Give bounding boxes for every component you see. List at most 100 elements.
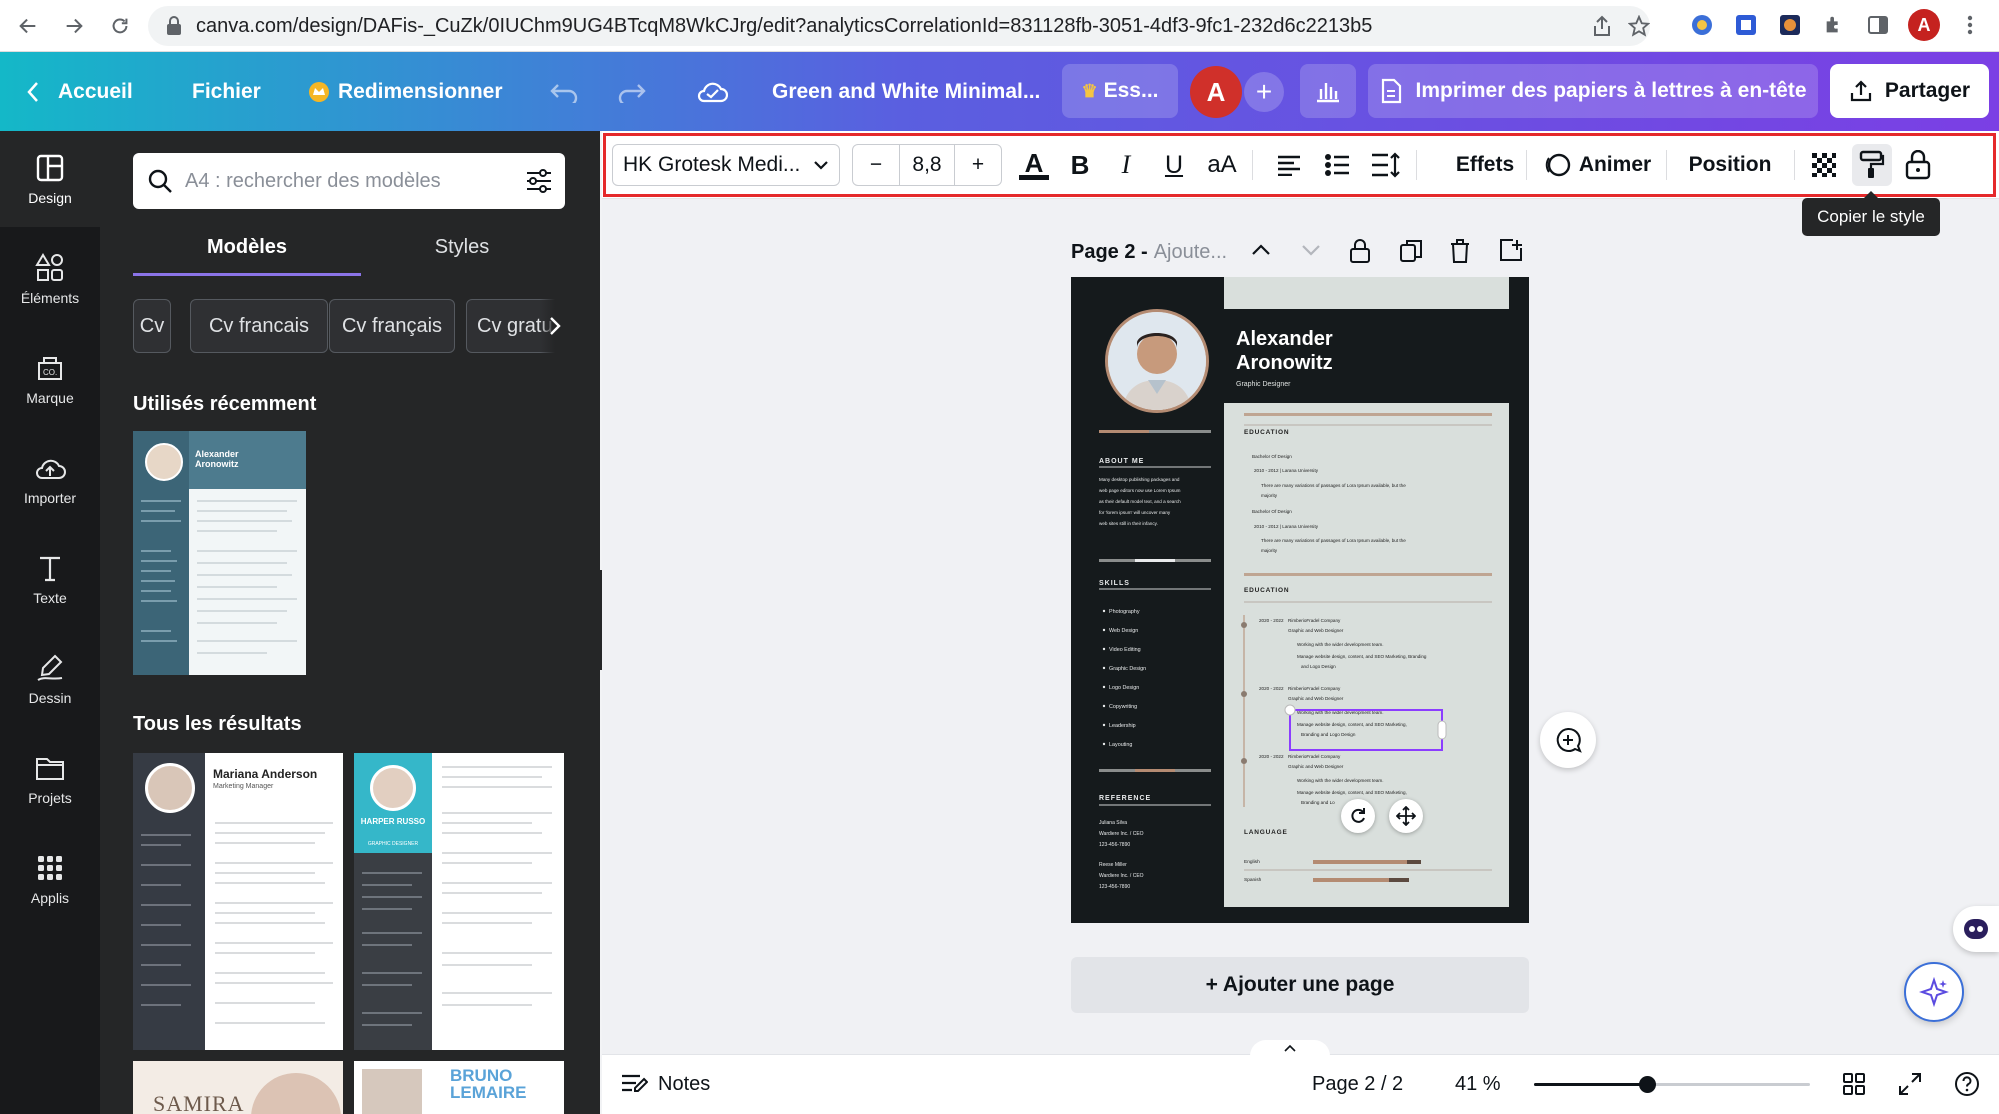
- rail-label: Projets: [28, 790, 72, 806]
- filter-chip[interactable]: Cv français: [329, 299, 455, 353]
- filter-icon[interactable]: [525, 167, 553, 195]
- lock-icon[interactable]: [1900, 144, 1936, 186]
- position-button[interactable]: Position: [1680, 144, 1780, 186]
- share-page-icon[interactable]: [1592, 15, 1612, 37]
- zoom-value[interactable]: 41 %: [1455, 1066, 1501, 1102]
- forward-icon[interactable]: [60, 12, 88, 40]
- add-collaborator-button[interactable]: +: [1244, 72, 1284, 112]
- fullscreen-icon[interactable]: [1898, 1066, 1922, 1102]
- browser-menu-icon[interactable]: [1956, 11, 1984, 39]
- address-bar[interactable]: canva.com/design/DAFis-_CuZk/0IUChm9UG4B…: [148, 6, 1650, 46]
- template-thumbnail[interactable]: BRUNO LEMAIRE: [354, 1061, 564, 1114]
- undo-icon[interactable]: [550, 52, 580, 131]
- filter-chip[interactable]: Cv: [133, 299, 171, 353]
- magic-sparkle-icon[interactable]: [1904, 962, 1964, 1022]
- transparency-icon[interactable]: [1806, 144, 1842, 186]
- analytics-icon[interactable]: [1300, 64, 1356, 118]
- redo-icon[interactable]: [616, 52, 646, 131]
- resume-page[interactable]: Alexander Aronowitz Graphic Designer ABO…: [1071, 277, 1529, 923]
- rail-item-upload[interactable]: Importer: [0, 431, 100, 527]
- document-icon: [1380, 78, 1402, 104]
- copy-style-paint-roller-icon[interactable]: [1852, 144, 1892, 186]
- increase-font-size-button[interactable]: +: [954, 144, 1002, 186]
- resize-handle[interactable]: [1437, 720, 1447, 740]
- extension-1-icon[interactable]: [1688, 11, 1716, 39]
- notes-button[interactable]: Notes: [620, 1066, 710, 1102]
- share-button[interactable]: Partager: [1830, 64, 1989, 118]
- extension-3-icon[interactable]: [1776, 11, 1804, 39]
- tab-templates[interactable]: Modèles: [133, 236, 361, 259]
- file-menu-button[interactable]: Fichier: [192, 52, 261, 131]
- chevron-down-icon[interactable]: [1301, 244, 1321, 258]
- sidepanel-icon[interactable]: [1864, 11, 1892, 39]
- delete-page-icon[interactable]: [1449, 238, 1471, 264]
- line-spacing-icon[interactable]: [1368, 144, 1402, 186]
- resize-button[interactable]: Redimensionner: [308, 52, 503, 131]
- back-icon[interactable]: [14, 12, 42, 40]
- experience-role: Graphic and Web Designer: [1288, 764, 1344, 769]
- zoom-slider-knob[interactable]: [1639, 1076, 1656, 1093]
- extension-2-icon[interactable]: [1732, 11, 1760, 39]
- education-bullet-cont: majority: [1261, 493, 1278, 498]
- cloud-saved-icon[interactable]: [696, 52, 728, 131]
- letter-case-button[interactable]: aA: [1204, 144, 1240, 186]
- lock-page-icon[interactable]: [1349, 238, 1371, 264]
- page-counter[interactable]: Page 2 / 2: [1312, 1066, 1403, 1102]
- resize-handle[interactable]: [1284, 704, 1296, 716]
- left-column-rules: [1099, 430, 1211, 806]
- template-thumbnail[interactable]: Mariana Anderson Marketing Manager: [133, 753, 343, 1050]
- add-page-icon[interactable]: [1499, 238, 1523, 262]
- home-button[interactable]: Accueil: [26, 52, 133, 131]
- align-left-icon[interactable]: [1272, 144, 1306, 186]
- duplicate-page-icon[interactable]: [1399, 239, 1423, 263]
- bullet-list-icon[interactable]: [1320, 144, 1354, 186]
- rail-item-elements[interactable]: Éléments: [0, 231, 100, 327]
- print-letterhead-button[interactable]: Imprimer des papiers à lettres à en-tête: [1368, 64, 1818, 118]
- recent-template-thumbnail[interactable]: Alexander Aronowitz: [133, 431, 306, 675]
- bookmark-star-icon[interactable]: [1628, 15, 1650, 37]
- chevron-right-icon[interactable]: [540, 299, 570, 353]
- grid-view-icon[interactable]: [1842, 1066, 1866, 1102]
- chevron-up-icon[interactable]: [1251, 242, 1271, 256]
- decrease-font-size-button[interactable]: −: [852, 144, 900, 186]
- italic-button[interactable]: I: [1110, 144, 1142, 186]
- tab-styles[interactable]: Styles: [362, 236, 562, 259]
- add-page-button[interactable]: + Ajouter une page: [1071, 957, 1529, 1013]
- template-thumbnail[interactable]: HARPER RUSSO GRAPHIC DESIGNER: [354, 753, 564, 1050]
- zoom-slider[interactable]: [1534, 1076, 1810, 1093]
- font-family-select[interactable]: HK Grotesk Medi...: [612, 144, 840, 186]
- rail-item-design[interactable]: Design: [0, 131, 100, 227]
- thumb-photo: [145, 763, 195, 813]
- rotate-handle-icon[interactable]: [1341, 799, 1375, 833]
- effects-button[interactable]: Effets: [1432, 144, 1538, 186]
- filter-chip[interactable]: Cv francais: [190, 299, 328, 353]
- help-icon[interactable]: [1954, 1066, 1980, 1102]
- rail-item-projects[interactable]: Projets: [0, 731, 100, 827]
- selected-text-box[interactable]: [1289, 709, 1443, 751]
- underline-button[interactable]: U: [1158, 144, 1190, 186]
- template-thumbnail[interactable]: SAMIRA: [133, 1061, 343, 1114]
- text-color-button[interactable]: A: [1016, 144, 1052, 186]
- template-search-input[interactable]: A4 : rechercher des modèles: [133, 153, 565, 209]
- assistant-icon[interactable]: [1953, 906, 1999, 952]
- document-title[interactable]: Green and White Minimal...: [772, 52, 1040, 131]
- rail-item-brand[interactable]: CO. Marque: [0, 331, 100, 427]
- thumb-photo: [145, 443, 183, 481]
- comment-add-icon[interactable]: [1540, 712, 1596, 768]
- profile-avatar[interactable]: A: [1908, 9, 1940, 41]
- copy-style-tooltip: Copier le style: [1802, 191, 1940, 236]
- rail-item-apps[interactable]: Applis: [0, 831, 100, 927]
- page-title-input[interactable]: Ajoute...: [1154, 241, 1227, 264]
- reload-icon[interactable]: [106, 12, 134, 40]
- trial-button[interactable]: ♛ Ess...: [1062, 64, 1178, 118]
- user-avatar[interactable]: A: [1190, 66, 1242, 118]
- animate-button[interactable]: Animer: [1538, 144, 1656, 186]
- font-size-input[interactable]: 8,8: [899, 144, 955, 186]
- move-handle-icon[interactable]: [1389, 799, 1423, 833]
- rail-item-text[interactable]: Texte: [0, 531, 100, 627]
- rail-item-draw[interactable]: Dessin: [0, 631, 100, 727]
- thumb-last-name: Aronowitz: [195, 459, 239, 469]
- bold-button[interactable]: B: [1064, 144, 1096, 186]
- chevron-up-icon[interactable]: [1250, 1040, 1330, 1056]
- extensions-puzzle-icon[interactable]: [1820, 11, 1848, 39]
